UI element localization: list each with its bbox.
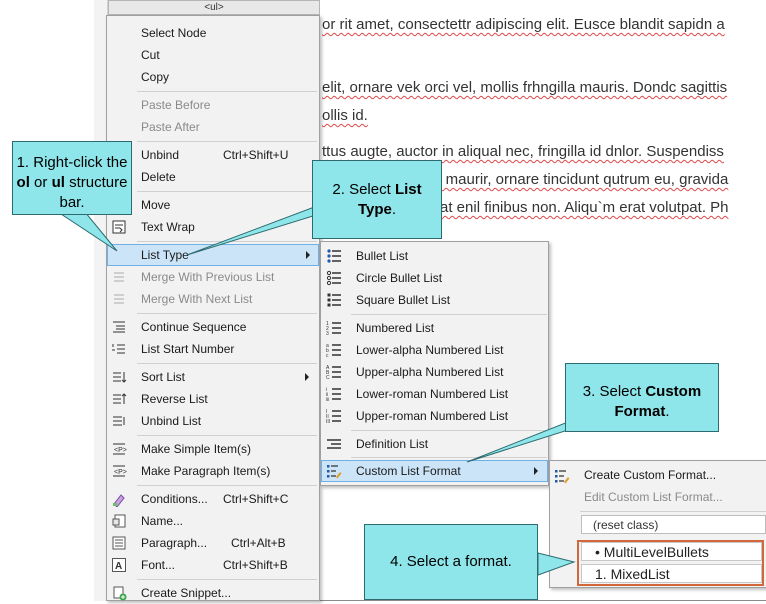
menu-item-text-wrap[interactable]: Text Wrap	[107, 216, 319, 238]
menu-separator	[137, 485, 317, 486]
menu-separator	[137, 313, 317, 314]
menu-item-make-paragraph-items[interactable]: <P> Make Paragraph Item(s)	[107, 460, 319, 482]
font-icon: A	[112, 558, 126, 572]
circle-bullet-list-icon	[326, 270, 341, 286]
text-wrap-icon	[112, 220, 126, 234]
svg-text:iii: iii	[326, 397, 329, 402]
upper-roman-list-icon: IIIIII	[326, 409, 341, 424]
menu-item-list-start-number[interactable]: List Start Number	[107, 338, 319, 360]
create-custom-format-item[interactable]: Create Custom Format...	[550, 464, 766, 486]
edit-custom-list-format-item[interactable]: Edit Custom List Format...	[550, 486, 766, 508]
document-text-line: or rit amet, consectettr adipiscing elit…	[322, 16, 725, 33]
document-text-line: ollis id.	[322, 107, 368, 124]
menu-item-cut[interactable]: Cut	[107, 44, 319, 66]
callout-3: 3. Select Custom Format.	[565, 363, 719, 432]
svg-text:III: III	[326, 419, 330, 424]
list-type-numbered-list[interactable]: 123 Numbered List	[321, 317, 548, 339]
submenu-arrow-icon	[305, 373, 309, 381]
callout-1: 1. Right-click the ol or ul structure ba…	[12, 141, 132, 215]
lower-alpha-list-icon: abc	[326, 343, 341, 358]
submenu-arrow-icon	[306, 251, 310, 259]
custom-list-format-icon	[327, 465, 342, 479]
menu-item-merge-next[interactable]: Merge With Next List	[107, 288, 319, 310]
document-text-line: elit, ornare vek orci vel, mollis frhngi…	[322, 79, 728, 96]
menu-separator	[137, 191, 317, 192]
list-type-circle-bullet-list[interactable]: Circle Bullet List	[321, 267, 548, 289]
callout-4: 4. Select a format.	[364, 524, 538, 600]
menu-item-unbind-list[interactable]: Unbind List	[107, 410, 319, 432]
square-bullet-list-icon	[327, 293, 341, 307]
menu-item-select-node[interactable]: Select Node	[107, 22, 319, 44]
menu-item-paste-after[interactable]: Paste After	[107, 116, 319, 138]
menu-item-sort-list[interactable]: Sort List	[107, 366, 319, 388]
menu-item-continue-sequence[interactable]: Continue Sequence	[107, 316, 319, 338]
list-type-square-bullet-list[interactable]: Square Bullet List	[321, 289, 548, 311]
merge-next-icon	[114, 294, 124, 304]
conditions-icon	[113, 494, 125, 507]
menu-separator	[351, 430, 547, 431]
menu-separator	[351, 314, 547, 315]
bullet-list-icon	[327, 249, 341, 263]
list-type-lower-roman[interactable]: i ii iii Lower-roman Numbered List	[321, 383, 548, 405]
document-text-line: at enil finibus non. Aliqu`m erat volutp…	[440, 199, 729, 216]
menu-item-font[interactable]: A Font... Ctrl+Shift+B	[107, 554, 319, 576]
menu-separator	[137, 91, 317, 92]
list-type-upper-alpha[interactable]: ABC Upper-alpha Numbered List	[321, 361, 548, 383]
menu-item-delete[interactable]: Delete	[107, 166, 319, 188]
svg-text:C: C	[326, 375, 330, 380]
menu-separator	[580, 511, 766, 512]
menu-separator	[137, 141, 317, 142]
make-simple-item-icon: <P>	[113, 443, 127, 455]
menu-item-paragraph[interactable]: Paragraph... Ctrl+Alt+B	[107, 532, 319, 554]
list-type-bullet-list[interactable]: Bullet List	[321, 245, 548, 267]
menu-separator	[137, 363, 317, 364]
submenu-arrow-icon	[534, 467, 538, 475]
menu-item-copy[interactable]: Copy	[107, 66, 319, 88]
reverse-list-icon	[113, 393, 127, 404]
ul-structure-bar[interactable]: <ul>	[108, 0, 320, 15]
create-snippet-icon	[113, 586, 127, 601]
menu-item-reverse-list[interactable]: Reverse List	[107, 388, 319, 410]
document-text-line: ttus augte, auctor in aliqual nec, fring…	[322, 143, 724, 160]
list-start-number-icon	[112, 344, 125, 354]
list-type-definition-list[interactable]: Definition List	[321, 433, 548, 455]
svg-text:<P>: <P>	[114, 447, 127, 454]
menu-item-merge-previous[interactable]: Merge With Previous List	[107, 266, 319, 288]
reset-class-item[interactable]: (reset class)	[581, 515, 766, 534]
document-text-line: s maurir, ornare tincidunt qutrum eu, gr…	[434, 171, 729, 188]
menu-item-list-type[interactable]: List Type	[107, 244, 319, 266]
upper-alpha-list-icon: ABC	[326, 365, 341, 380]
menu-separator	[351, 457, 547, 458]
svg-text:<P>: <P>	[114, 469, 127, 476]
lower-roman-list-icon: iiiiii	[326, 387, 341, 402]
menu-separator	[137, 241, 317, 242]
menu-separator	[137, 435, 317, 436]
format-selection-highlight	[577, 540, 764, 586]
list-type-upper-roman[interactable]: I II III Upper-roman Numbered List	[321, 405, 548, 427]
menu-item-paste-before[interactable]: Paste Before	[107, 94, 319, 116]
menu-item-unbind[interactable]: Unbind Ctrl+Shift+U	[107, 144, 319, 166]
sort-list-icon	[113, 372, 127, 383]
numbered-list-icon: 123	[326, 321, 341, 336]
list-type-custom-list-format[interactable]: Custom List Format	[321, 460, 548, 482]
paragraph-icon	[112, 536, 126, 550]
menu-item-name[interactable]: Name...	[107, 510, 319, 532]
merge-previous-icon	[114, 272, 124, 282]
structure-context-menu: Select Node Cut Copy Paste Before Paste …	[106, 15, 320, 601]
list-type-submenu: Bullet List Circle Bullet List Square Bu…	[320, 241, 549, 486]
definition-list-icon	[327, 439, 341, 449]
svg-text:3: 3	[326, 331, 329, 336]
make-paragraph-item-icon: <P>	[113, 465, 127, 477]
menu-separator	[137, 579, 317, 580]
name-icon	[112, 514, 126, 528]
menu-item-make-simple-items[interactable]: <P> Make Simple Item(s)	[107, 438, 319, 460]
svg-text:A: A	[115, 561, 122, 572]
list-type-lower-alpha[interactable]: abc Lower-alpha Numbered List	[321, 339, 548, 361]
unbind-list-icon	[113, 416, 125, 426]
menu-item-move[interactable]: Move	[107, 194, 319, 216]
continue-sequence-icon	[113, 321, 125, 333]
menu-item-conditions[interactable]: Conditions... Ctrl+Shift+C	[107, 488, 319, 510]
callout-2: 2. Select List Type.	[312, 160, 442, 239]
